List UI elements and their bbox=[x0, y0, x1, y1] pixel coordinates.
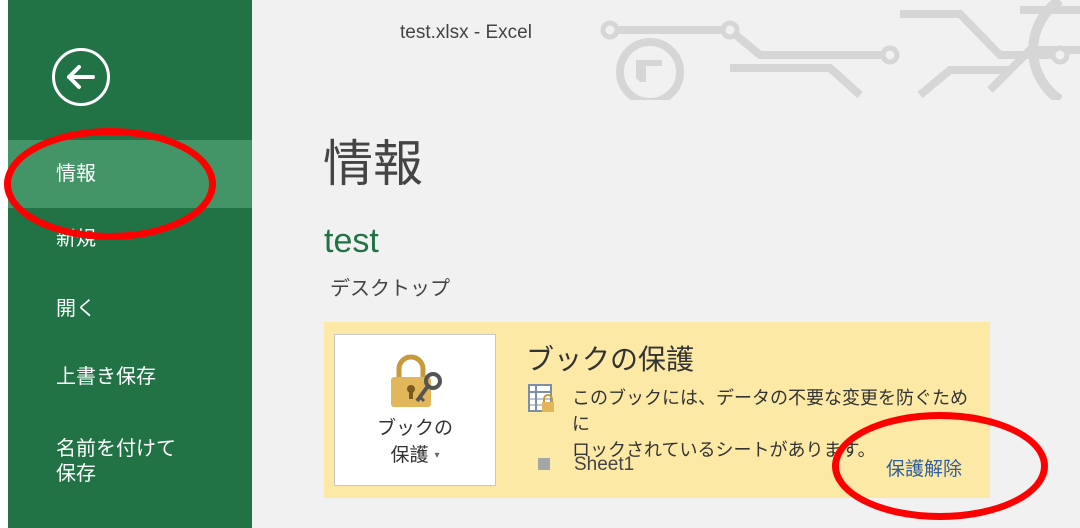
dropdown-caret-icon: ▾ bbox=[434, 450, 440, 461]
window-title: test.xlsx - Excel bbox=[400, 22, 532, 43]
sidebar-item-new[interactable]: 新規 bbox=[8, 226, 252, 266]
sidebar-item-open[interactable]: 開く bbox=[8, 296, 252, 336]
protected-sheet-name: Sheet1 bbox=[574, 454, 635, 475]
sheet-lock-icon bbox=[528, 384, 554, 412]
back-button[interactable] bbox=[52, 48, 110, 106]
file-name: test bbox=[324, 222, 379, 260]
protect-button-label-line2: 保護 bbox=[390, 444, 429, 466]
back-arrow-icon bbox=[67, 65, 95, 89]
sheet-bullet bbox=[538, 458, 550, 470]
circuit-decoration bbox=[600, 0, 1080, 100]
protect-button-label-line1: ブックの bbox=[376, 417, 453, 439]
lock-key-icon bbox=[391, 354, 442, 407]
page-title: 情報 bbox=[323, 135, 423, 193]
sidebar-item-info[interactable]: 情報 bbox=[8, 140, 252, 208]
protect-workbook-heading: ブックの保護 bbox=[526, 343, 695, 376]
protect-description: このブックには、データの不要な変更を防ぐために ロックされているシートがあります… bbox=[572, 388, 968, 461]
sidebar-item-save[interactable]: 上書き保存 bbox=[8, 364, 252, 404]
protect-workbook-button[interactable]: ブックの 保護 ▾ bbox=[334, 334, 496, 486]
file-location: デスクトップ bbox=[330, 276, 450, 300]
backstage-sidebar: 情報 新規 開く 上書き保存 名前を付けて 保存 bbox=[0, 0, 252, 528]
unprotect-link[interactable]: 保護解除 bbox=[886, 454, 962, 481]
sidebar-item-save-as[interactable]: 名前を付けて 保存 bbox=[8, 436, 252, 496]
